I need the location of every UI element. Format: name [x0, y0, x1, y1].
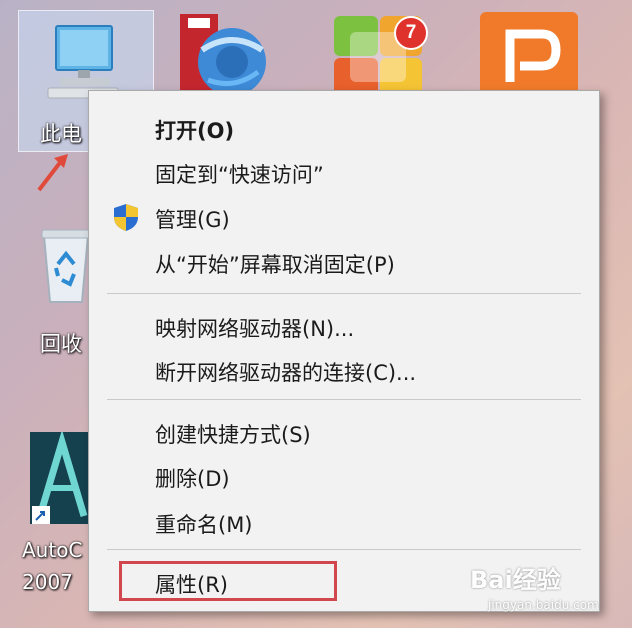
menu-separator: [107, 293, 581, 294]
menu-item-label: 从“开始”屏幕取消固定(P): [155, 253, 395, 277]
menu-item-disconnect-network-drive[interactable]: 断开网络驱动器的连接(C)...: [89, 347, 599, 391]
ie-browser-icon[interactable]: [178, 10, 270, 100]
wps-presentation-icon[interactable]: [480, 12, 578, 100]
menu-item-manage[interactable]: 管理(G): [89, 194, 599, 238]
menu-item-label: 创建快捷方式(S): [155, 423, 311, 447]
menu-item-label: 映射网络驱动器(N)...: [155, 317, 355, 341]
menu-separator: [107, 399, 581, 400]
menu-item-unpin-start[interactable]: 从“开始”屏幕取消固定(P): [89, 239, 599, 283]
menu-item-map-network-drive[interactable]: 映射网络驱动器(N)...: [89, 303, 599, 347]
menu-item-label: 固定到“快速访问”: [155, 163, 324, 187]
recycle-bin-icon[interactable]: [38, 226, 94, 306]
menu-item-label: 管理(G): [155, 208, 230, 232]
menu-item-create-shortcut[interactable]: 创建快捷方式(S): [89, 409, 599, 453]
uac-shield-icon: [111, 202, 141, 232]
red-arrow-annotation: [34, 150, 74, 200]
autocad-label-line1: AutoC: [22, 538, 83, 562]
properties-highlight-box: [119, 561, 337, 601]
menu-item-open[interactable]: 打开(O): [89, 105, 599, 149]
notification-badge: 7: [394, 16, 428, 50]
watermark-text: Bai经验: [470, 566, 561, 594]
desktop: 此电 7 回收 AutoC 2007 打开(O) 固定到“快速访问” 管理(G)…: [0, 0, 632, 628]
badge-count: 7: [405, 22, 417, 43]
autocad-label-line2: 2007: [22, 570, 73, 594]
menu-item-pin-quick-access[interactable]: 固定到“快速访问”: [89, 149, 599, 193]
this-pc-label: 此电: [40, 122, 82, 146]
menu-item-label: 删除(D): [155, 467, 230, 491]
autocad-icon[interactable]: [30, 429, 96, 524]
context-menu: 打开(O) 固定到“快速访问” 管理(G) 从“开始”屏幕取消固定(P) 映射网…: [88, 90, 600, 612]
menu-item-label: 断开网络驱动器的连接(C)...: [155, 361, 417, 385]
menu-item-delete[interactable]: 删除(D): [89, 453, 599, 497]
recycle-bin-label: 回收: [40, 332, 82, 356]
menu-item-label: 重命名(M): [155, 513, 253, 537]
baidu-watermark: Bai经验 jingyan.baidu.com: [470, 560, 630, 620]
menu-separator: [107, 549, 581, 550]
menu-item-label: 打开(O): [155, 119, 235, 143]
watermark-subtext: jingyan.baidu.com: [488, 598, 599, 612]
menu-item-rename[interactable]: 重命名(M): [89, 499, 599, 543]
